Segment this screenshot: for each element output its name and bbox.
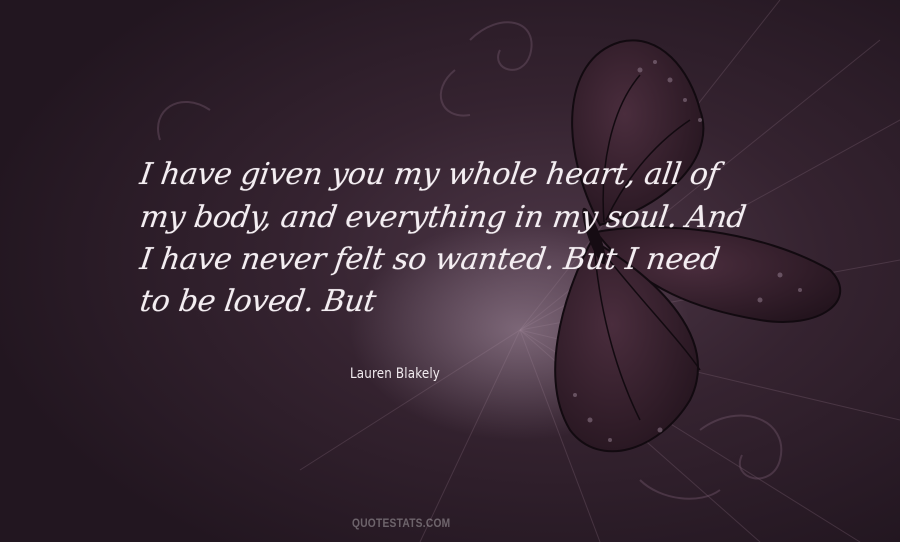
site-watermark[interactable]: QUOTESTATS.COM	[352, 516, 450, 530]
quote-line-3: I have never felt so wanted. But I need	[137, 242, 722, 277]
quote-line-4: to be loved. But	[137, 284, 379, 319]
quote-author: Lauren Blakely	[350, 366, 441, 382]
quote-line-1: I have given you my whole heart, all of	[137, 157, 722, 192]
quote-line-2: my body, and everything in my soul. And	[137, 200, 749, 235]
